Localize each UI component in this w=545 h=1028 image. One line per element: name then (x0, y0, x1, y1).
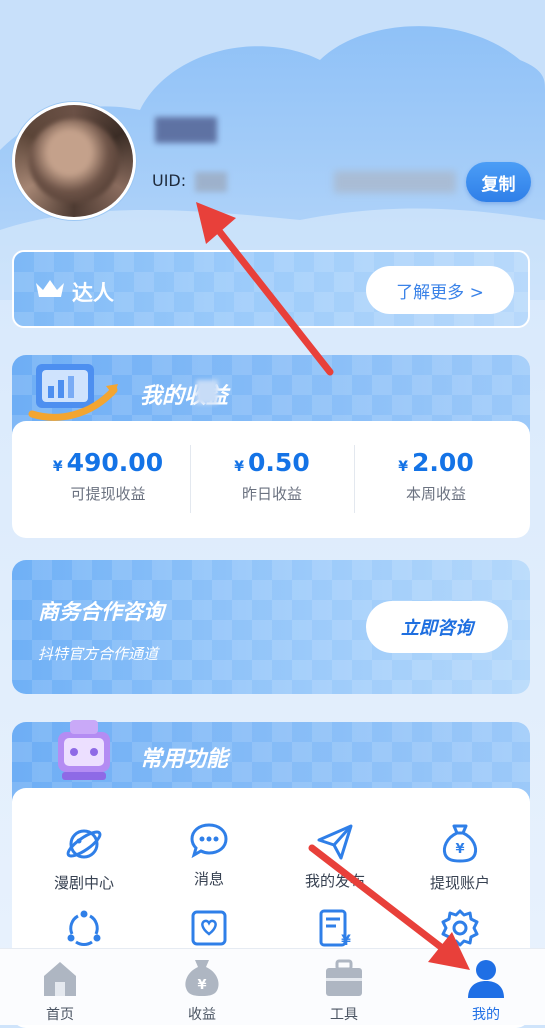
function-label: 消息 (193, 870, 224, 888)
functions-illustration-icon (58, 720, 110, 780)
week-label: 本周收益 (405, 485, 466, 503)
consult-button[interactable]: 立即咨询 (366, 601, 508, 653)
function-my-posts[interactable]: 我的发布 (280, 822, 390, 891)
week-stat[interactable]: ¥2.00 本周收益 (350, 448, 522, 504)
yesterday-stat[interactable]: ¥0.50 昨日收益 (186, 448, 358, 504)
send-icon (317, 824, 353, 860)
tab-earnings[interactable]: ¥ 收益 (152, 958, 252, 1024)
tab-label: 我的 (472, 1007, 500, 1023)
settings-icon (441, 909, 479, 947)
copy-button[interactable]: 复制 (466, 162, 531, 202)
yesterday-label: 昨日收益 (241, 485, 302, 503)
withdrawable-stat[interactable]: ¥490.00 可提现收益 (22, 448, 194, 504)
tab-label: 收益 (188, 1007, 216, 1023)
nickname-masked (155, 117, 217, 143)
chat-bubble-icon (190, 823, 228, 859)
svg-text:¥: ¥ (455, 842, 464, 857)
week-value: ¥2.00 (398, 448, 474, 477)
toolbox-icon (326, 959, 362, 996)
earnings-illustration-icon (28, 364, 118, 421)
heart-card-icon (191, 910, 227, 946)
business-title: 商务合作咨询 (38, 600, 164, 624)
invite-code-masked (334, 171, 456, 193)
svg-text:¥: ¥ (341, 933, 351, 948)
tab-home[interactable]: 首页 (10, 958, 110, 1024)
talent-title: 达人 (72, 281, 114, 305)
withdrawable-label: 可提现收益 (70, 485, 146, 503)
crown-icon (36, 280, 64, 297)
function-billing[interactable]: ¥ (280, 908, 390, 952)
function-label: 提现账户 (429, 874, 490, 892)
user-icon (468, 960, 504, 998)
functions-title: 常用功能 (140, 747, 229, 772)
money-bag-icon: ¥ (442, 824, 478, 863)
function-label: 漫剧中心 (53, 874, 114, 892)
money-bag-icon: ¥ (185, 960, 219, 996)
function-favorites[interactable] (154, 908, 264, 952)
business-subtitle: 抖特官方合作通道 (38, 645, 159, 663)
function-withdraw-account[interactable]: ¥ 提现账户 (405, 822, 515, 893)
withdrawable-value: ¥490.00 (52, 448, 164, 477)
function-share[interactable] (29, 908, 139, 952)
share-icon (67, 910, 101, 947)
function-settings[interactable] (405, 908, 515, 952)
planet-icon (66, 829, 102, 859)
function-messages[interactable]: 消息 (154, 820, 264, 889)
uid-value-masked (195, 172, 227, 192)
uid-label: UID: (152, 171, 187, 190)
invoice-icon: ¥ (319, 909, 351, 949)
tab-tools[interactable]: 工具 (294, 958, 394, 1024)
svg-text:¥: ¥ (197, 978, 206, 993)
function-manju-center[interactable]: 漫剧中心 (29, 824, 139, 893)
home-icon (44, 962, 76, 996)
earnings-title-mask (196, 380, 218, 404)
yesterday-value: ¥0.50 (234, 448, 310, 477)
talent-banner[interactable]: 达人 了解更多 > (12, 250, 530, 328)
learn-more-button[interactable]: 了解更多 > (366, 266, 514, 314)
tab-mine[interactable]: 我的 (436, 958, 536, 1024)
tab-label: 工具 (330, 1007, 358, 1023)
function-label: 我的发布 (304, 872, 365, 890)
tab-label: 首页 (46, 1007, 74, 1023)
avatar[interactable] (12, 102, 136, 220)
